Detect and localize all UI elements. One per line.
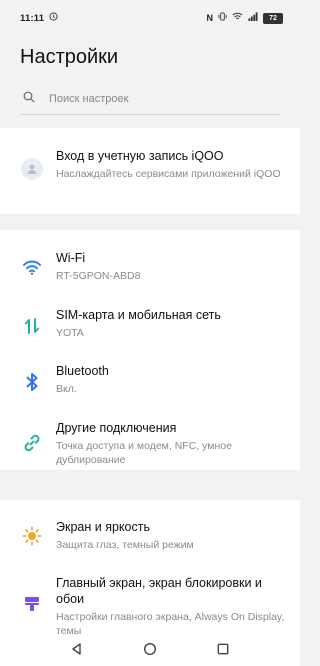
account-card: Вход в учетную запись iQOO Наслаждайтесь…	[0, 128, 300, 214]
wifi-icon	[21, 256, 43, 278]
avatar	[21, 158, 43, 180]
sim-arrows-icon	[21, 315, 43, 337]
home-screen-label: Главный экран, экран блокировки и обои	[56, 576, 262, 606]
clock-alarm-icon	[49, 12, 58, 24]
bluetooth-status: Вкл.	[56, 383, 77, 395]
status-time: 11:11	[20, 12, 45, 24]
wifi-status-icon	[232, 12, 243, 24]
page-title: Настройки	[20, 46, 119, 68]
bluetooth-label: Bluetooth	[56, 364, 109, 378]
theme-icon	[21, 593, 43, 615]
home-screen-desc: Настройки главного экрана, Always On Dis…	[56, 611, 285, 637]
settings-item-other-connections[interactable]: Другие подключения Точка доступа и модем…	[0, 420, 300, 468]
display-label: Экран и яркость	[56, 520, 150, 534]
settings-item-sim[interactable]: SIM-карта и мобильная сеть YOTA	[0, 307, 300, 345]
vibrate-icon	[218, 12, 227, 24]
signal-icon	[248, 12, 258, 24]
back-icon[interactable]	[70, 642, 84, 661]
network-card: Wi-Fi RT-5GPON-ABD8 SIM-карта и мобильна…	[0, 230, 300, 470]
search-input[interactable]	[49, 93, 249, 105]
sim-label: SIM-карта и мобильная сеть	[56, 308, 221, 322]
settings-item-home-screen[interactable]: Главный экран, экран блокировки и обои Н…	[0, 575, 300, 637]
status-bar: 11:11 N 72	[0, 0, 300, 36]
settings-item-wifi[interactable]: Wi-Fi RT-5GPON-ABD8	[0, 250, 300, 288]
account-row[interactable]: Вход в учетную запись iQOO Наслаждайтесь…	[0, 146, 300, 202]
search-icon	[23, 90, 35, 108]
account-subtitle: Наслаждайтесь сервисами приложений iQOO	[56, 168, 281, 180]
account-title: Вход в учетную запись iQOO	[56, 149, 224, 163]
settings-item-bluetooth[interactable]: Bluetooth Вкл.	[0, 363, 300, 401]
nfc-icon: N	[206, 13, 214, 23]
home-icon[interactable]	[143, 642, 157, 661]
display-card: Экран и яркость Защита глаз, темный режи…	[0, 500, 300, 637]
link-icon	[21, 432, 43, 454]
display-desc: Защита глаз, темный режим	[56, 539, 194, 551]
search-bar[interactable]	[20, 84, 280, 115]
recents-icon[interactable]	[216, 642, 230, 661]
navigation-bar	[0, 636, 300, 666]
bluetooth-icon	[21, 371, 43, 393]
sun-icon	[21, 525, 43, 547]
wifi-label: Wi-Fi	[56, 251, 86, 265]
battery-icon: 72	[263, 12, 283, 24]
user-avatar-icon	[21, 158, 43, 180]
other-connections-label: Другие подключения	[56, 421, 177, 435]
settings-item-display[interactable]: Экран и яркость Защита глаз, темный режи…	[0, 519, 300, 557]
other-connections-desc: Точка доступа и модем, NFC, умное дублир…	[56, 440, 232, 466]
sim-operator: YOTA	[56, 327, 84, 339]
wifi-network-name: RT-5GPON-ABD8	[56, 270, 141, 282]
